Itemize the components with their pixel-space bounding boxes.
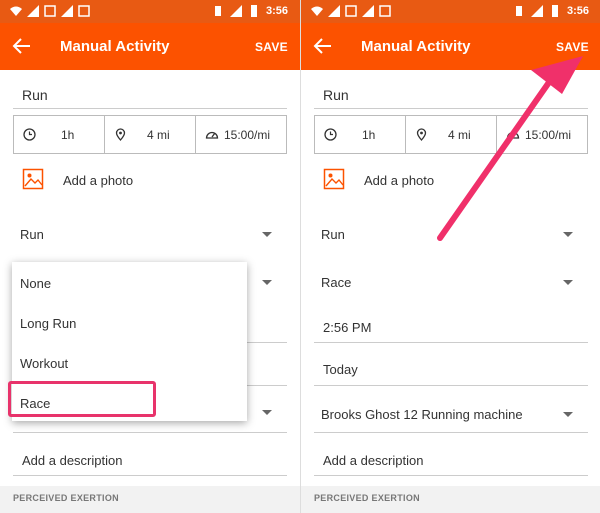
divider	[314, 342, 588, 343]
distance-value: 4 mi	[147, 128, 170, 142]
divider	[314, 432, 588, 433]
add-photo-icon[interactable]	[323, 168, 345, 190]
add-photo-icon[interactable]	[22, 168, 44, 190]
pace-value: 15:00/mi	[525, 128, 572, 142]
wifi-icon	[10, 6, 22, 16]
divider	[246, 385, 287, 386]
data-icon	[44, 5, 56, 17]
message-icon	[379, 5, 391, 17]
chevron-down-icon[interactable]	[563, 232, 573, 237]
chevron-down-icon[interactable]	[563, 412, 573, 417]
sport-type-select[interactable]: Run	[321, 227, 345, 242]
gear-select[interactable]: Brooks Ghost 12 Running machine	[321, 407, 523, 422]
pace-field[interactable]: 15:00/mi	[196, 116, 286, 153]
dropdown-option-workout[interactable]: Workout	[20, 356, 68, 371]
chevron-down-icon[interactable]	[262, 280, 272, 285]
divider	[13, 432, 287, 433]
stats-box: 1h 4 mi 15:00/mi	[314, 115, 588, 154]
divider	[246, 342, 287, 343]
perceived-exertion-label: PERCEIVED EXERTION	[314, 493, 420, 503]
divider	[13, 475, 287, 476]
status-bar: 3:56	[0, 0, 300, 23]
race-option-highlight	[8, 381, 156, 417]
chevron-down-icon[interactable]	[262, 232, 272, 237]
description-input[interactable]: Add a description	[323, 453, 423, 468]
divider	[314, 475, 588, 476]
location-pin-icon	[416, 128, 427, 141]
signal-icon	[229, 5, 242, 17]
back-arrow-icon[interactable]	[311, 34, 335, 58]
left-screen: 3:56 Manual Activity SAVE Run 1h 4 mi 15…	[0, 0, 300, 513]
page-title: Manual Activity	[60, 38, 170, 55]
app-bar: Manual Activity SAVE	[0, 23, 300, 70]
speedometer-icon	[205, 131, 219, 139]
dropdown-option-long-run[interactable]: Long Run	[20, 316, 76, 331]
activity-name-input[interactable]: Run	[22, 87, 48, 103]
signal-icon	[27, 5, 39, 17]
data-icon	[345, 5, 357, 17]
back-arrow-icon[interactable]	[10, 34, 34, 58]
chevron-down-icon[interactable]	[262, 410, 272, 415]
date-field[interactable]: Today	[323, 362, 358, 377]
signal-icon	[362, 5, 374, 17]
message-icon	[78, 5, 90, 17]
sport-type-select[interactable]: Run	[20, 227, 44, 242]
chevron-down-icon[interactable]	[563, 280, 573, 285]
add-photo-label[interactable]: Add a photo	[364, 173, 434, 188]
workout-type-select[interactable]: Race	[321, 275, 351, 290]
location-pin-icon	[115, 128, 126, 141]
duration-value: 1h	[61, 128, 75, 142]
status-time: 3:56	[265, 5, 288, 17]
save-button[interactable]: SAVE	[255, 40, 288, 54]
page-title: Manual Activity	[361, 38, 471, 55]
duration-value: 1h	[362, 128, 376, 142]
wifi-icon	[311, 6, 323, 16]
description-input[interactable]: Add a description	[22, 453, 122, 468]
perceived-exertion-label: PERCEIVED EXERTION	[13, 493, 119, 503]
pace-field[interactable]: 15:00/mi	[497, 116, 587, 153]
status-bar: 3:56	[301, 0, 600, 23]
distance-field[interactable]: 4 mi	[105, 116, 196, 153]
stats-box: 1h 4 mi 15:00/mi	[13, 115, 287, 154]
clock-icon	[324, 128, 337, 141]
add-photo-label[interactable]: Add a photo	[63, 173, 133, 188]
clock-icon	[23, 128, 36, 141]
divider	[314, 385, 588, 386]
signal-icon	[328, 5, 340, 17]
signal-icon	[530, 5, 543, 17]
save-button[interactable]: SAVE	[556, 40, 589, 54]
dropdown-option-none[interactable]: None	[20, 276, 51, 291]
duration-field[interactable]: 1h	[14, 116, 105, 153]
speedometer-icon	[506, 131, 520, 139]
divider	[13, 108, 287, 109]
duration-field[interactable]: 1h	[315, 116, 406, 153]
status-time: 3:56	[566, 5, 589, 17]
distance-value: 4 mi	[448, 128, 471, 142]
app-bar: Manual Activity SAVE	[301, 23, 600, 70]
perceived-exertion-section: PERCEIVED EXERTION	[301, 486, 600, 513]
right-screen: 3:56 Manual Activity SAVE Run 1h 4 mi 15…	[300, 0, 600, 513]
activity-name-input[interactable]: Run	[323, 87, 349, 103]
battery-icon	[551, 5, 558, 17]
distance-field[interactable]: 4 mi	[406, 116, 497, 153]
signal-icon	[61, 5, 73, 17]
start-time-field[interactable]: 2:56 PM	[323, 320, 371, 335]
battery-icon	[250, 5, 257, 17]
vibrate-icon	[214, 6, 221, 16]
divider	[314, 108, 588, 109]
pace-value: 15:00/mi	[224, 128, 271, 142]
perceived-exertion-section: PERCEIVED EXERTION	[0, 486, 300, 513]
vibrate-icon	[515, 6, 522, 16]
